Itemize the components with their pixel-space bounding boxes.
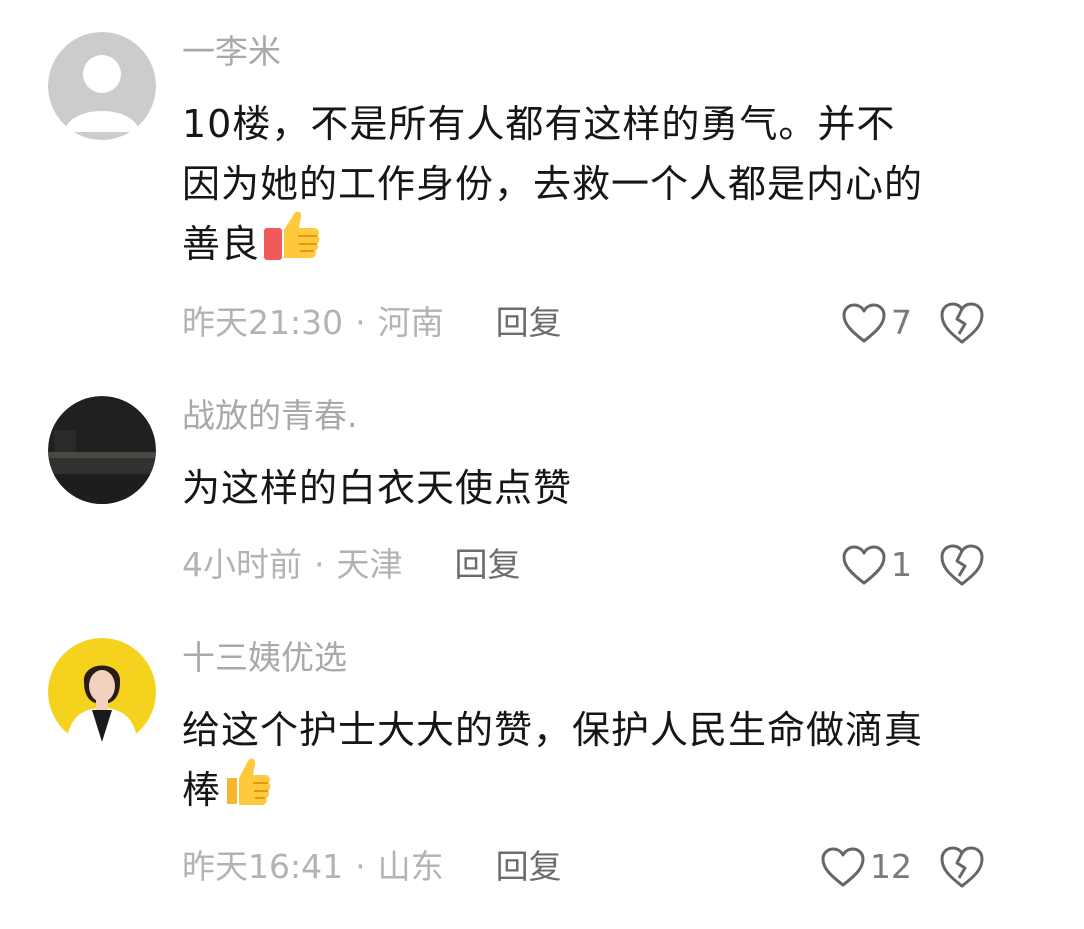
avatar[interactable]	[48, 32, 156, 140]
username[interactable]: 十三姨优选	[182, 638, 1042, 678]
comment-line-text: 棒	[182, 768, 222, 812]
comment-line: 因为她的工作身份，去救一个人都是内心的	[182, 162, 924, 206]
comment-text: 给这个护士大大的赞，保护人民生命做滴真 棒	[182, 700, 1042, 820]
dislike-button[interactable]	[938, 300, 986, 346]
like-button[interactable]: 7	[841, 298, 912, 348]
like-button[interactable]: 1	[841, 540, 912, 590]
comment-time: 昨天21:30	[182, 303, 344, 342]
comment-time: 昨天16:41	[182, 847, 344, 886]
separator-dot: ·	[355, 303, 366, 342]
comment-location: 天津	[336, 545, 403, 584]
comment-time: 4小时前	[182, 545, 302, 584]
comment-meta: 昨天21:30 · 河南 回复 7	[182, 298, 1042, 348]
comment-meta: 昨天16:41 · 山东 回复 12	[182, 842, 1042, 892]
comment-location: 河南	[377, 303, 444, 342]
avatar[interactable]	[48, 396, 156, 504]
thumbs-up-icon	[262, 208, 322, 281]
comment-line: 给这个护士大大的赞，保护人民生命做滴真	[182, 708, 924, 752]
like-button[interactable]: 12	[820, 842, 912, 892]
dislike-button[interactable]	[938, 844, 986, 890]
comment-text: 为这样的白衣天使点赞	[182, 458, 1042, 518]
comment-line: 10楼，不是所有人都有这样的勇气。并不	[182, 102, 896, 146]
heart-icon	[842, 545, 886, 585]
reply-button[interactable]: 回复	[455, 540, 521, 590]
username[interactable]: 战放的青春.	[182, 396, 1042, 436]
comment-line: 善良	[182, 211, 1042, 274]
heart-icon	[821, 847, 865, 887]
comment-location: 山东	[377, 847, 444, 886]
broken-heart-icon	[940, 302, 984, 344]
username[interactable]: 一李米	[182, 32, 1042, 72]
like-count: 12	[870, 847, 912, 886]
broken-heart-icon	[940, 544, 984, 586]
like-count: 7	[891, 303, 912, 342]
like-count: 1	[891, 545, 912, 584]
dark-photo-avatar-icon	[48, 396, 156, 504]
dislike-button[interactable]	[938, 542, 986, 588]
reply-button[interactable]: 回复	[496, 298, 562, 348]
comment-line: 棒	[182, 758, 1042, 820]
comment-text: 10楼，不是所有人都有这样的勇气。并不 因为她的工作身份，去救一个人都是内心的 …	[182, 94, 1042, 274]
comment-line: 为这样的白衣天使点赞	[182, 466, 573, 510]
default-avatar-icon	[48, 32, 156, 140]
heart-icon	[842, 303, 886, 343]
comment-meta: 4小时前 · 天津 回复 1	[182, 540, 1042, 590]
separator-dot: ·	[314, 545, 325, 584]
broken-heart-icon	[940, 846, 984, 888]
comment-list: 一李米 10楼，不是所有人都有这样的勇气。并不 因为她的工作身份，去救一个人都是…	[0, 0, 1084, 929]
thumbs-up-icon	[223, 756, 271, 825]
avatar[interactable]	[48, 638, 156, 746]
person-photo-avatar-icon	[48, 638, 156, 746]
comment-line-text: 善良	[182, 222, 261, 266]
separator-dot: ·	[355, 847, 366, 886]
reply-button[interactable]: 回复	[496, 842, 562, 892]
